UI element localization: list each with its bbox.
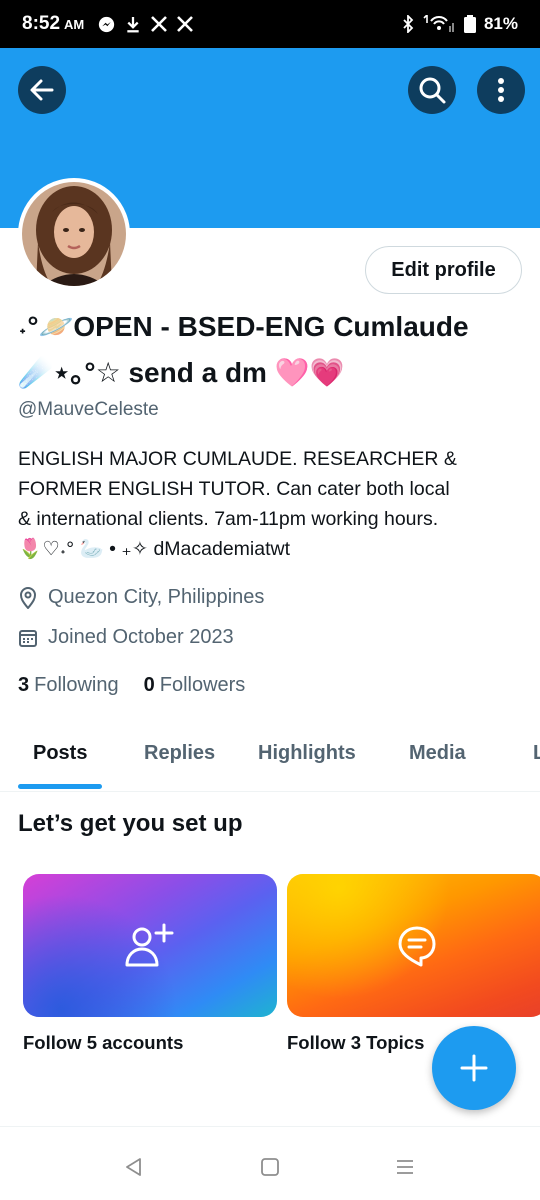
bluetooth-icon xyxy=(402,15,414,33)
tab-likes[interactable]: L xyxy=(533,742,540,765)
system-status: 81% xyxy=(402,14,518,34)
bio-line: FORMER ENGLISH TUTOR. Can cater both loc… xyxy=(18,478,450,500)
arrow-left-icon xyxy=(30,79,54,101)
more-button[interactable] xyxy=(477,66,525,114)
bio-line: 🌷♡˖° 🦢 • ₊✧ dMacademiatwt xyxy=(18,538,291,560)
nav-home-icon xyxy=(261,1158,279,1176)
topic-bubble-icon xyxy=(398,926,436,966)
edit-profile-button[interactable]: Edit profile xyxy=(365,246,522,294)
bio-line: & international clients. 7am-11pm workin… xyxy=(18,508,439,530)
joined-row: Joined October 2023 xyxy=(18,626,234,649)
follow-stats: 3 Following 0 Followers xyxy=(18,674,245,697)
active-tab-indicator xyxy=(18,784,102,789)
follow-topics-label[interactable]: Follow 3 Topics xyxy=(287,1032,424,1054)
notification-icons xyxy=(98,16,194,33)
system-nav-bar xyxy=(0,1126,540,1200)
avatar[interactable] xyxy=(18,178,130,290)
battery-icon xyxy=(463,15,476,33)
messenger-icon xyxy=(98,16,115,33)
location-text: Quezon City, Philippines xyxy=(48,586,265,608)
status-ampm: AM xyxy=(64,16,85,32)
nav-recents-button[interactable] xyxy=(395,1157,415,1182)
compose-button[interactable] xyxy=(432,1026,516,1110)
display-name-line-2: ☄️⋆｡°☆ send a dm 🩷💗 xyxy=(18,357,345,388)
status-time: 8:52 xyxy=(22,13,61,34)
wifi-icon xyxy=(422,15,456,33)
search-icon xyxy=(419,77,446,104)
display-name: ˖°🪐OPEN - BSED-ENG Cumlaude ☄️⋆｡°☆ send … xyxy=(18,304,528,396)
status-bar: 8:52 AM 81% xyxy=(0,0,540,48)
joined-text: Joined October 2023 xyxy=(48,626,234,648)
x-app-icon xyxy=(151,16,168,32)
battery-percent: 81% xyxy=(483,14,518,33)
location-row: Quezon City, Philippines xyxy=(18,586,264,609)
follow-accounts-card[interactable] xyxy=(23,874,277,1017)
following-label: Following xyxy=(34,674,119,696)
more-vertical-icon xyxy=(498,78,504,102)
plus-icon xyxy=(460,1054,488,1082)
followers-link[interactable]: 0 Followers xyxy=(144,674,246,697)
user-handle: @MauveCeleste xyxy=(18,399,159,420)
avatar-photo xyxy=(22,182,126,286)
profile-tabs: Posts Replies Highlights Media L xyxy=(0,722,540,792)
x-app-icon xyxy=(177,16,194,32)
tab-media[interactable]: Media xyxy=(409,742,466,765)
tab-highlights[interactable]: Highlights xyxy=(258,742,356,765)
add-user-icon xyxy=(125,923,174,966)
display-name-line-1: ˖°🪐OPEN - BSED-ENG Cumlaude xyxy=(18,311,469,342)
bio: ENGLISH MAJOR CUMLAUDE. RESEARCHER & FOR… xyxy=(18,444,523,564)
followers-count: 0 xyxy=(143,674,155,696)
nav-home-button[interactable] xyxy=(260,1157,280,1182)
following-link[interactable]: 3 Following xyxy=(18,674,119,697)
nav-back-button[interactable] xyxy=(124,1157,142,1182)
tab-replies[interactable]: Replies xyxy=(144,742,215,765)
download-icon xyxy=(125,16,141,33)
tab-posts[interactable]: Posts xyxy=(33,742,87,765)
nav-back-icon xyxy=(126,1158,141,1176)
bio-line: ENGLISH MAJOR CUMLAUDE. RESEARCHER & xyxy=(18,448,457,470)
nav-recents-icon xyxy=(397,1160,413,1174)
search-button[interactable] xyxy=(408,66,456,114)
calendar-icon xyxy=(19,629,37,647)
setup-title: Let’s get you set up xyxy=(18,810,243,837)
follow-topics-card[interactable] xyxy=(287,874,540,1017)
back-button[interactable] xyxy=(18,66,66,114)
location-pin-icon xyxy=(19,586,37,609)
followers-label: Followers xyxy=(159,674,246,696)
follow-accounts-label[interactable]: Follow 5 accounts xyxy=(23,1032,183,1054)
following-count: 3 xyxy=(18,674,30,696)
